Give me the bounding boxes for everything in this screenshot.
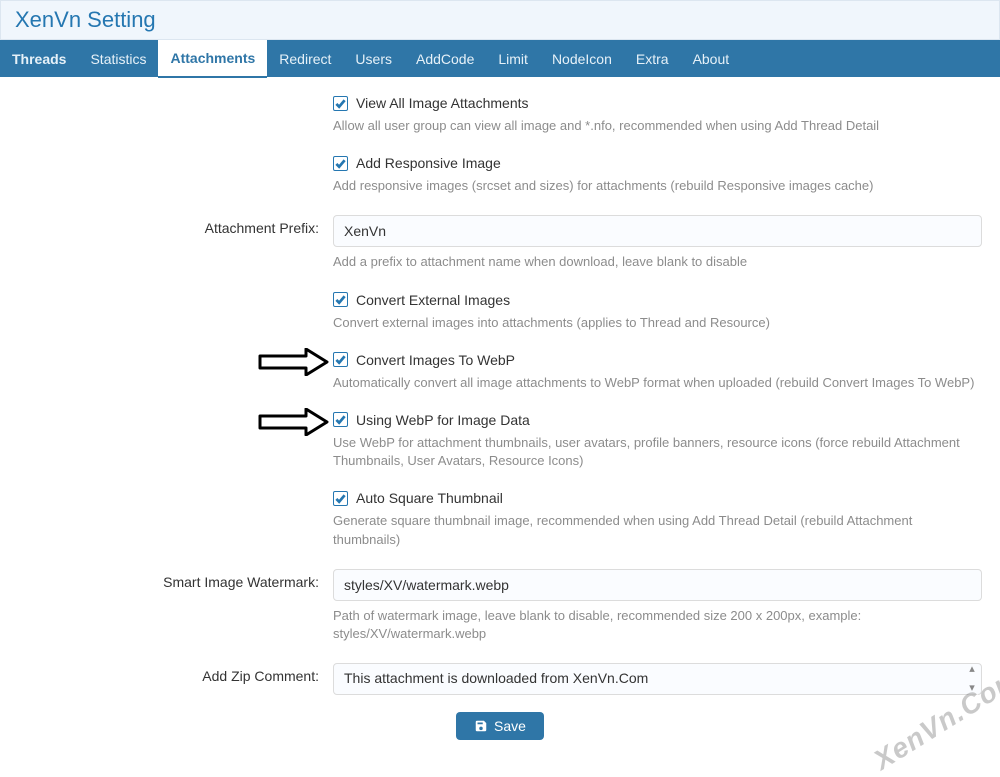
option-desc: Generate square thumbnail image, recomme… [333,512,982,548]
option-row-convert-webp: Convert Images To WebP Automatically con… [18,352,982,392]
option-row-auto-square: Auto Square Thumbnail Generate square th… [18,490,982,548]
option-desc: Use WebP for attachment thumbnails, user… [333,434,982,470]
checkbox-responsive[interactable] [333,156,348,171]
zip-comment-textarea[interactable]: This attachment is downloaded from XenVn… [333,663,982,695]
tab-users[interactable]: Users [343,41,404,77]
page-header: XenVn Setting [0,0,1000,40]
tab-statistics[interactable]: Statistics [78,41,158,77]
option-desc: Allow all user group can view all image … [333,117,982,135]
row-label: Add Zip Comment: [18,663,333,684]
tab-attachments[interactable]: Attachments [158,40,267,78]
option-desc: Add responsive images (srcset and sizes)… [333,177,982,195]
option-row-zip: Add Zip Comment: This attachment is down… [18,663,982,695]
tab-limit[interactable]: Limit [486,41,540,77]
option-label: Convert Images To WebP [356,352,515,368]
checkbox-auto-square[interactable] [333,491,348,506]
watermark-path-input[interactable] [333,569,982,601]
option-row-responsive: Add Responsive Image Add responsive imag… [18,155,982,195]
save-icon [474,719,488,733]
option-label: Using WebP for Image Data [356,412,530,428]
tab-bar: Threads Statistics Attachments Redirect … [0,40,1000,77]
row-label: Attachment Prefix: [18,215,333,236]
option-desc: Automatically convert all image attachme… [333,374,982,392]
checkbox-convert-external[interactable] [333,292,348,307]
tab-threads[interactable]: Threads [0,41,78,77]
option-row-use-webp: Using WebP for Image Data Use WebP for a… [18,412,982,470]
option-row-watermark: Smart Image Watermark: Path of watermark… [18,569,982,643]
tab-redirect[interactable]: Redirect [267,41,343,77]
tab-about[interactable]: About [681,41,742,77]
footer-bar: Save [0,707,1000,745]
save-button-label: Save [494,718,526,734]
tab-extra[interactable]: Extra [624,41,681,77]
option-row-convert-external: Convert External Images Convert external… [18,292,982,332]
option-label: View All Image Attachments [356,95,529,111]
row-label: Smart Image Watermark: [18,569,333,590]
tab-addcode[interactable]: AddCode [404,41,486,77]
option-desc: Path of watermark image, leave blank to … [333,607,982,643]
option-row-prefix: Attachment Prefix: Add a prefix to attac… [18,215,982,271]
form-content: View All Image Attachments Allow all use… [0,77,1000,695]
page-title: XenVn Setting [15,7,985,33]
option-label: Add Responsive Image [356,155,501,171]
tab-nodeicon[interactable]: NodeIcon [540,41,624,77]
checkbox-convert-webp[interactable] [333,352,348,367]
checkbox-use-webp[interactable] [333,412,348,427]
save-button[interactable]: Save [456,712,544,740]
option-label: Auto Square Thumbnail [356,490,503,506]
annotation-arrow-icon [258,348,330,379]
annotation-arrow-icon [258,408,330,439]
option-label: Convert External Images [356,292,510,308]
option-desc: Convert external images into attachments… [333,314,982,332]
option-desc: Add a prefix to attachment name when dow… [333,253,982,271]
option-row-view-all: View All Image Attachments Allow all use… [18,95,982,135]
checkbox-view-all[interactable] [333,96,348,111]
attachment-prefix-input[interactable] [333,215,982,247]
